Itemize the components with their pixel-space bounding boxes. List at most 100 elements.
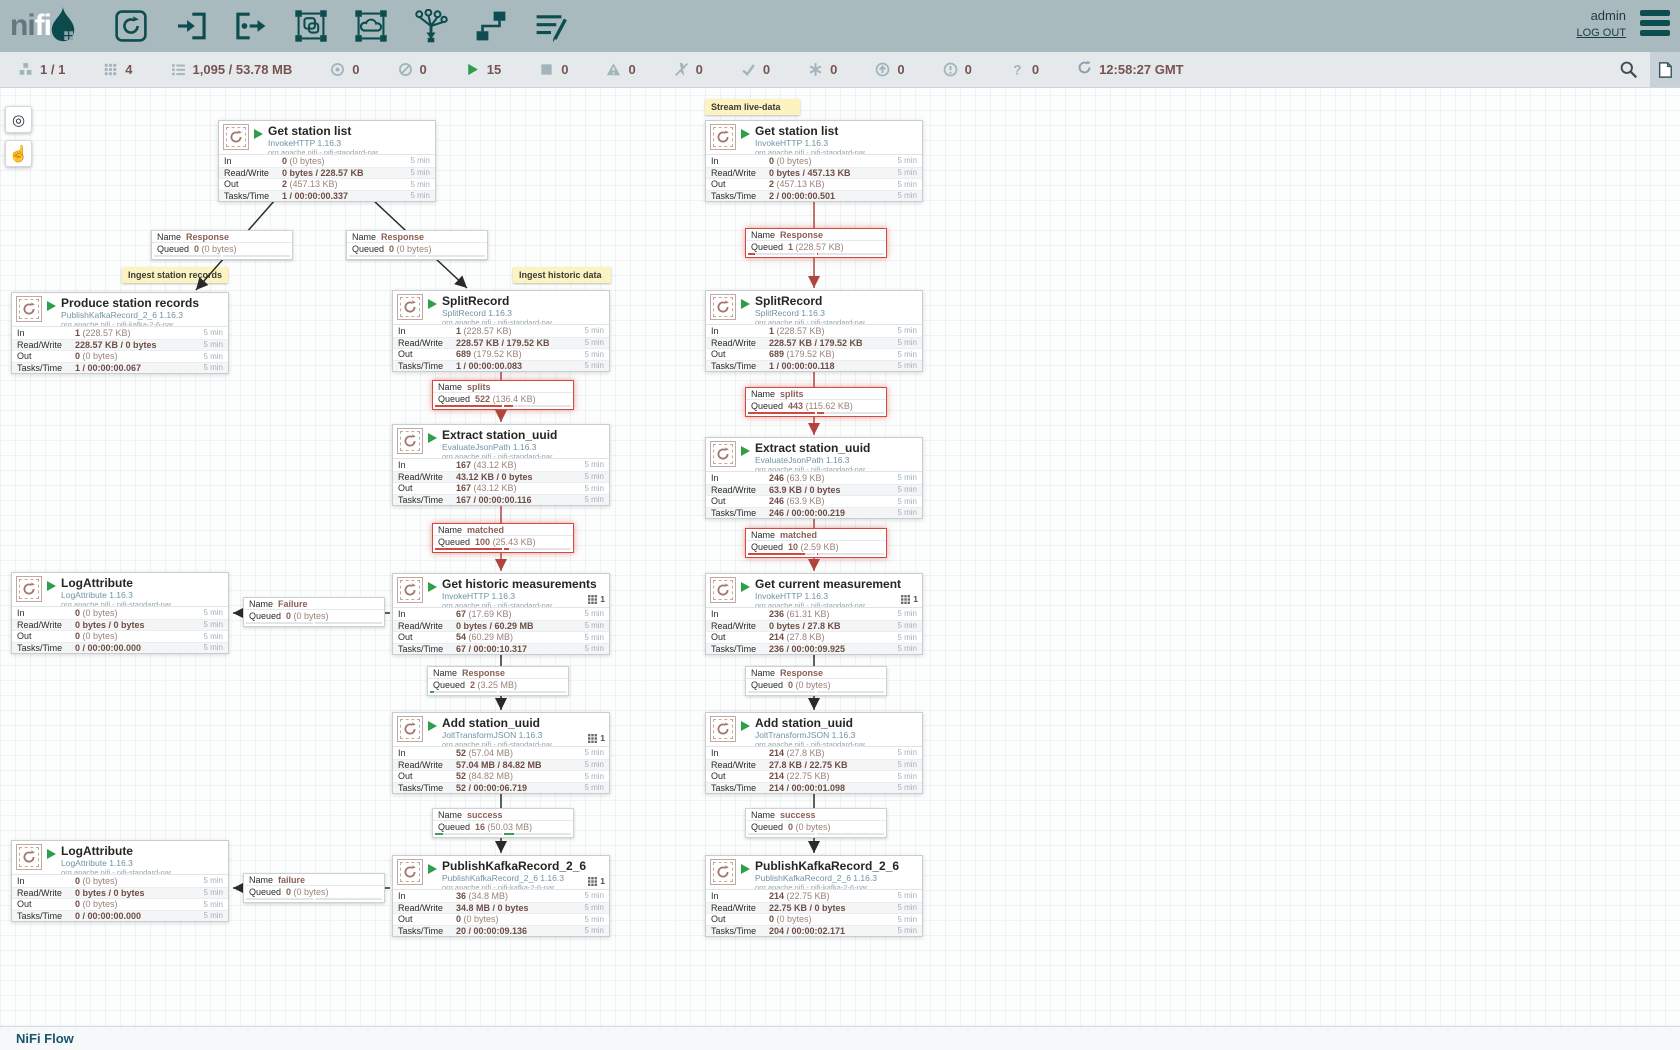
toolbar-label-icon[interactable] [534,9,568,43]
stat-value: 1 / 00:00:00.337 [282,191,410,201]
stat-value: 34.8 MB / 0 bytes [456,903,584,913]
running-status-icon [47,849,56,859]
active-thread-count: 1 [588,733,605,743]
flow-canvas[interactable]: ◎ ☝ Stream live-dataIngest station recor… [0,88,1680,1026]
nifi-logo: nifi [10,4,78,49]
logout-link[interactable]: LOG OUT [1576,27,1626,39]
breadcrumb[interactable]: NiFi Flow [16,1031,74,1046]
status-ports-grid: 4 [103,62,132,77]
connection-response[interactable]: Name Response Queued 0 (0 bytes) [346,230,488,260]
processor-get-station-list[interactable]: Get station list InvokeHTTP 1.16.3 org.a… [218,120,436,202]
processor-get-station-list[interactable]: Get station list InvokeHTTP 1.16.3 org.a… [705,120,923,202]
status-up-to-date-count: 0 [763,62,770,77]
connection-name-value: failure [278,875,305,885]
operate-palette-button[interactable]: ☝ [5,140,32,167]
toolbar-process-group-icon[interactable] [294,9,328,43]
stat-value: 20 / 00:00:09.136 [456,926,584,936]
connection-splits[interactable]: Name splits Queued 443 (115.62 KB) [745,387,887,417]
running-status-icon [741,721,750,731]
connection-response[interactable]: Name Response Queued 1 (228.57 KB) [745,228,887,258]
stat-row: Tasks/Time 1 / 00:00:00.118 5 min [706,360,922,372]
backpressure-bars [746,833,886,837]
stat-label: Out [711,914,769,924]
processor-logattribute[interactable]: LogAttribute LogAttribute 1.16.3 org.apa… [11,840,229,922]
stat-window: 5 min [584,783,604,792]
threads-icon [588,734,597,743]
connection-matched[interactable]: Name matched Queued 100 (25.43 KB) [432,523,574,553]
stat-value: 43.12 KB / 0 bytes [456,472,584,482]
processor-publishkafkarecord-2-6[interactable]: PublishKafkaRecord_2_6 PublishKafkaRecor… [705,855,923,937]
stat-row: In 0 (0 bytes) 5 min [706,155,922,167]
stat-window: 5 min [897,156,917,165]
running-status-icon [47,581,56,591]
not-transmitting-icon [398,62,413,77]
processor-splitrecord[interactable]: SplitRecord SplitRecord 1.16.3 org.apach… [705,290,923,372]
new-note-button[interactable] [1650,52,1680,87]
toolbar-input-port-icon[interactable] [174,9,208,43]
connection-response[interactable]: Name Response Queued 0 (0 bytes) [151,230,293,260]
connection-queued-key: Queued [751,242,783,252]
stat-label: In [398,460,456,470]
ports-grid-icon [103,62,118,77]
processor-logattribute[interactable]: LogAttribute LogAttribute 1.16.3 org.apa… [11,572,229,654]
stat-value: 246 (63.9 KB) [769,496,897,506]
toolbar-processor-icon[interactable] [114,9,148,43]
processor-type: InvokeHTTP 1.16.3 [442,591,597,601]
stat-value: 0 (0 bytes) [282,156,410,166]
global-menu-icon[interactable] [1640,10,1670,36]
connection-failure[interactable]: Name Failure Queued 0 (0 bytes) [243,597,385,627]
processor-extract-station-uuid[interactable]: Extract station_uuid EvaluateJsonPath 1.… [392,424,610,506]
connection-failure[interactable]: Name failure Queued 0 (0 bytes) [243,873,385,903]
processor-add-station-uuid[interactable]: Add station_uuid JoltTransformJSON 1.16.… [705,712,923,794]
search-button[interactable] [1606,52,1650,87]
processor-bundle: org.apache.nifi - nifi-standard-nar [755,740,865,746]
connection-response[interactable]: Name Response Queued 2 (3.25 MB) [427,666,569,696]
stat-value: 0 bytes / 0 bytes [75,888,203,898]
active-thread-count: 1 [588,876,605,886]
stat-label: Tasks/Time [17,363,75,373]
processor-get-current-measurement[interactable]: Get current measurement InvokeHTTP 1.16.… [705,573,923,655]
processor-icon [397,428,423,454]
processor-publishkafkarecord-2-6[interactable]: PublishKafkaRecord_2_6 PublishKafkaRecor… [392,855,610,937]
stat-window: 5 min [203,888,223,897]
stat-label: Tasks/Time [711,361,769,371]
processor-add-station-uuid[interactable]: Add station_uuid JoltTransformJSON 1.16.… [392,712,610,794]
connection-response[interactable]: Name Response Queued 0 (0 bytes) [745,666,887,696]
stat-value: 67 / 00:00:10.317 [456,644,584,654]
stat-row: In 236 (61.31 KB) 5 min [706,608,922,620]
toolbar-remote-process-group-icon[interactable] [354,9,388,43]
connection-matched[interactable]: Name matched Queued 10 (2.59 KB) [745,528,887,558]
processor-extract-station-uuid[interactable]: Extract station_uuid EvaluateJsonPath 1.… [705,437,923,519]
navigate-palette-button[interactable]: ◎ [5,106,32,133]
stat-window: 5 min [203,328,223,337]
stat-value: 228.57 KB / 0 bytes [75,340,203,350]
status-invalid-count: 0 [628,62,635,77]
connection-success[interactable]: Name success Queued 16 (50.03 MB) [432,808,574,838]
stat-value: 0 bytes / 27.8 KB [769,621,897,631]
connection-splits[interactable]: Name splits Queued 522 (136.4 KB) [432,380,574,410]
toolbar-output-port-icon[interactable] [234,9,268,43]
stat-window: 5 min [897,644,917,653]
target-icon: ◎ [12,111,25,129]
processor-get-historic-measurements[interactable]: Get historic measurements InvokeHTTP 1.1… [392,573,610,655]
backpressure-bars [152,255,292,259]
stat-value: 1 (228.57 KB) [769,326,897,336]
refresh-icon[interactable] [1077,60,1092,80]
stat-window: 5 min [203,363,223,372]
processor-bundle: org.apache.nifi - nifi-kafka-2-6-nar [442,883,586,889]
stat-window: 5 min [584,926,604,935]
stat-row: In 246 (63.9 KB) 5 min [706,472,922,484]
toolbar-template-icon[interactable] [474,9,508,43]
connection-name-value: Response [780,230,823,240]
toolbar-funnel-icon[interactable] [414,9,448,43]
connection-success[interactable]: Name success Queued 0 (0 bytes) [745,808,887,838]
stat-label: Read/Write [398,903,456,913]
stat-label: Out [711,349,769,359]
stat-window: 5 min [410,191,430,200]
stat-value: 214 (27.8 KB) [769,632,897,642]
stat-row: In 1 (228.57 KB) 5 min [393,325,609,337]
stat-window: 5 min [203,340,223,349]
processor-splitrecord[interactable]: SplitRecord SplitRecord 1.16.3 org.apach… [392,290,610,372]
processor-produce-station-records[interactable]: Produce station records PublishKafkaReco… [11,292,229,374]
stat-window: 5 min [897,191,917,200]
